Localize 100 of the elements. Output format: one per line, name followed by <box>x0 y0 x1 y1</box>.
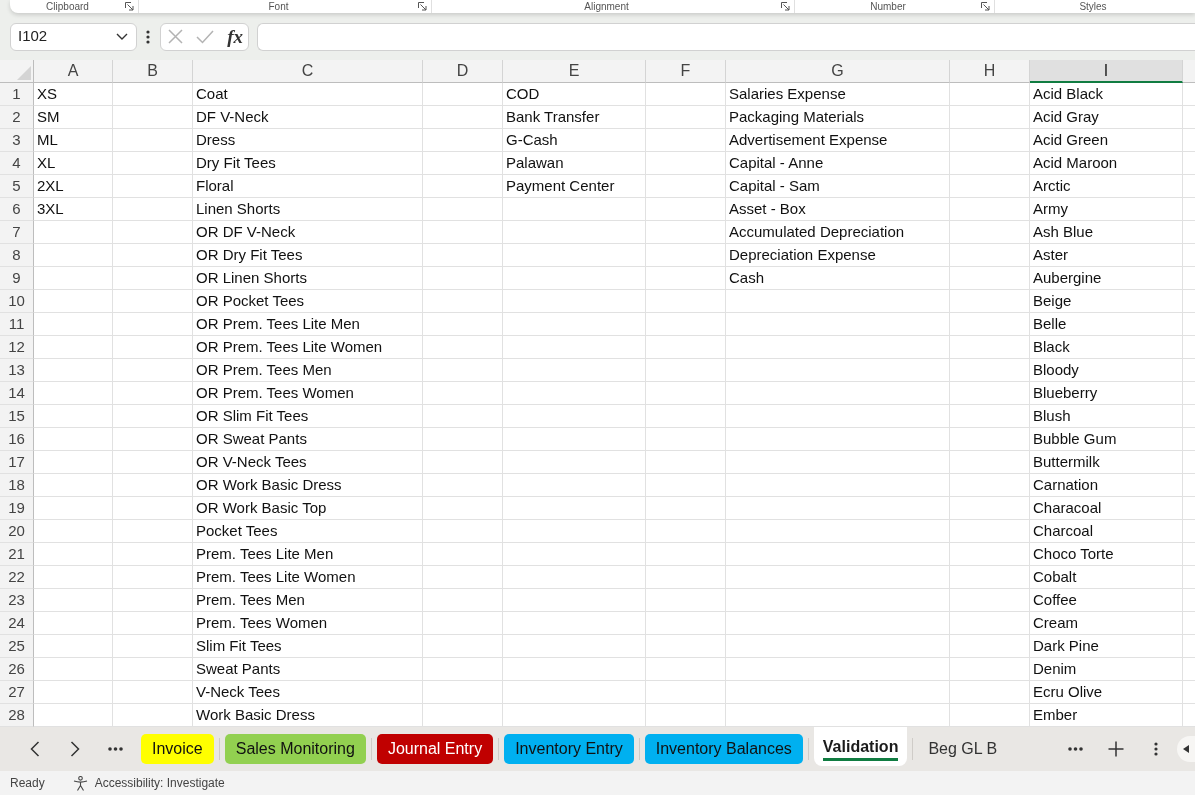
chevron-down-icon[interactable] <box>116 33 128 40</box>
column-header[interactable]: C <box>193 60 423 83</box>
table-cell: Salaries Expense <box>726 83 950 106</box>
table-cell: 3XL <box>34 198 113 221</box>
table-cell: OR Linen Shorts <box>193 267 423 290</box>
row-header[interactable]: 26 <box>0 658 34 681</box>
table-cell: Packaging Materials <box>726 106 950 129</box>
table-cell: Bloody <box>1030 359 1183 382</box>
triangle-left-icon[interactable] <box>1177 736 1195 762</box>
row-header[interactable]: 20 <box>0 520 34 543</box>
column-header[interactable]: F <box>646 60 726 83</box>
table-cell: Coat <box>193 83 423 106</box>
row-header[interactable]: 4 <box>0 152 34 175</box>
formula-input[interactable] <box>257 22 1195 51</box>
plus-icon[interactable] <box>1108 741 1124 757</box>
row-header[interactable]: 15 <box>0 405 34 428</box>
column-header[interactable]: A <box>34 60 113 83</box>
sheet-tab[interactable]: Beg GL B <box>918 734 1008 764</box>
corner-arrow-icon[interactable] <box>418 2 427 11</box>
chevron-right-icon[interactable] <box>70 741 80 757</box>
table-cell: Blush <box>1030 405 1183 428</box>
row-header[interactable]: 12 <box>0 336 34 359</box>
sheet-tab[interactable]: Inventory Balances <box>644 734 803 764</box>
row-header[interactable]: 16 <box>0 428 34 451</box>
table-cell: XL <box>34 152 113 175</box>
column-header[interactable]: D <box>423 60 503 83</box>
group-label: Alignment <box>583 0 630 13</box>
table-cell: Payment Center <box>503 175 646 198</box>
row-header[interactable]: 14 <box>0 382 34 405</box>
row-header[interactable]: 2 <box>0 106 34 129</box>
row-header[interactable]: 6 <box>0 198 34 221</box>
table-cell: Acid Green <box>1030 129 1183 152</box>
name-box[interactable]: I102 <box>10 22 137 51</box>
column-header[interactable]: E <box>503 60 646 83</box>
row-header[interactable]: 5 <box>0 175 34 198</box>
row-header[interactable]: 17 <box>0 451 34 474</box>
accessibility-status[interactable]: Accessibility: Investigate <box>94 774 225 792</box>
table-cell: Blueberry <box>1030 382 1183 405</box>
corner-arrow-icon[interactable] <box>981 2 990 11</box>
row-header[interactable]: 25 <box>0 635 34 658</box>
row-header[interactable]: 13 <box>0 359 34 382</box>
row-header[interactable]: 23 <box>0 589 34 612</box>
column-header[interactable]: H <box>950 60 1030 83</box>
chevron-left-icon[interactable] <box>30 741 40 757</box>
row-header[interactable]: 9 <box>0 267 34 290</box>
more-icon[interactable] <box>1068 747 1083 751</box>
table-cell: COD <box>503 83 646 106</box>
table-cell: Dry Fit Tees <box>193 152 423 175</box>
sheet-tab[interactable]: Invoice <box>141 734 214 764</box>
row-header[interactable]: 28 <box>0 704 34 727</box>
sheet-tab[interactable]: Validation <box>813 727 908 766</box>
table-cell: Black <box>1030 336 1183 359</box>
more-vertical-icon[interactable] <box>1154 742 1158 756</box>
group-label: Number <box>869 0 907 13</box>
row-header[interactable]: 19 <box>0 497 34 520</box>
table-cell: DF V-Neck <box>193 106 423 129</box>
table-cell: Prem. Tees Women <box>193 612 423 635</box>
group-label: Clipboard <box>45 0 90 13</box>
row-header[interactable]: 18 <box>0 474 34 497</box>
table-cell: Acid Gray <box>1030 106 1183 129</box>
more-icon[interactable] <box>108 747 123 751</box>
row-header[interactable]: 3 <box>0 129 34 152</box>
table-cell: Beige <box>1030 290 1183 313</box>
table-cell: OR Prem. Tees Lite Men <box>193 313 423 336</box>
row-header[interactable]: 21 <box>0 543 34 566</box>
table-cell: OR V-Neck Tees <box>193 451 423 474</box>
row-header[interactable]: 22 <box>0 566 34 589</box>
table-cell: Depreciation Expense <box>726 244 950 267</box>
more-vertical-icon[interactable] <box>146 29 150 44</box>
column-header[interactable]: I <box>1030 60 1183 83</box>
corner-arrow-icon[interactable] <box>125 2 134 11</box>
table-cell: Cobalt <box>1030 566 1183 589</box>
column-header[interactable]: B <box>113 60 193 83</box>
table-cell: OR Work Basic Top <box>193 497 423 520</box>
row-header[interactable]: 10 <box>0 290 34 313</box>
row-header[interactable]: 11 <box>0 313 34 336</box>
table-cell: Capital - Sam <box>726 175 950 198</box>
row-header[interactable]: 24 <box>0 612 34 635</box>
table-cell: OR Work Basic Dress <box>193 474 423 497</box>
row-header[interactable]: 27 <box>0 681 34 704</box>
status-text: Ready <box>10 775 45 792</box>
table-cell: Dress <box>193 129 423 152</box>
table-cell: Sweat Pants <box>193 658 423 681</box>
table-cell: Floral <box>193 175 423 198</box>
sheet-tab[interactable]: Journal Entry <box>376 734 494 764</box>
sheet-tab[interactable]: Inventory Entry <box>504 734 634 764</box>
corner-arrow-icon[interactable] <box>781 2 790 11</box>
table-cell: Bank Transfer <box>503 106 646 129</box>
row-header[interactable]: 8 <box>0 244 34 267</box>
table-cell: Aster <box>1030 244 1183 267</box>
table-cell: V-Neck Tees <box>193 681 423 704</box>
sheet-tab[interactable]: Sales Monitoring <box>224 734 366 764</box>
accessibility-icon[interactable] <box>72 775 88 791</box>
column-header[interactable]: G <box>726 60 950 83</box>
table-cell: Coffee <box>1030 589 1183 612</box>
group-label: Font <box>267 0 290 13</box>
insert-function-button[interactable]: fx <box>226 25 244 48</box>
row-header[interactable]: 1 <box>0 83 34 106</box>
row-header[interactable]: 7 <box>0 221 34 244</box>
table-cell: Buttermilk <box>1030 451 1183 474</box>
